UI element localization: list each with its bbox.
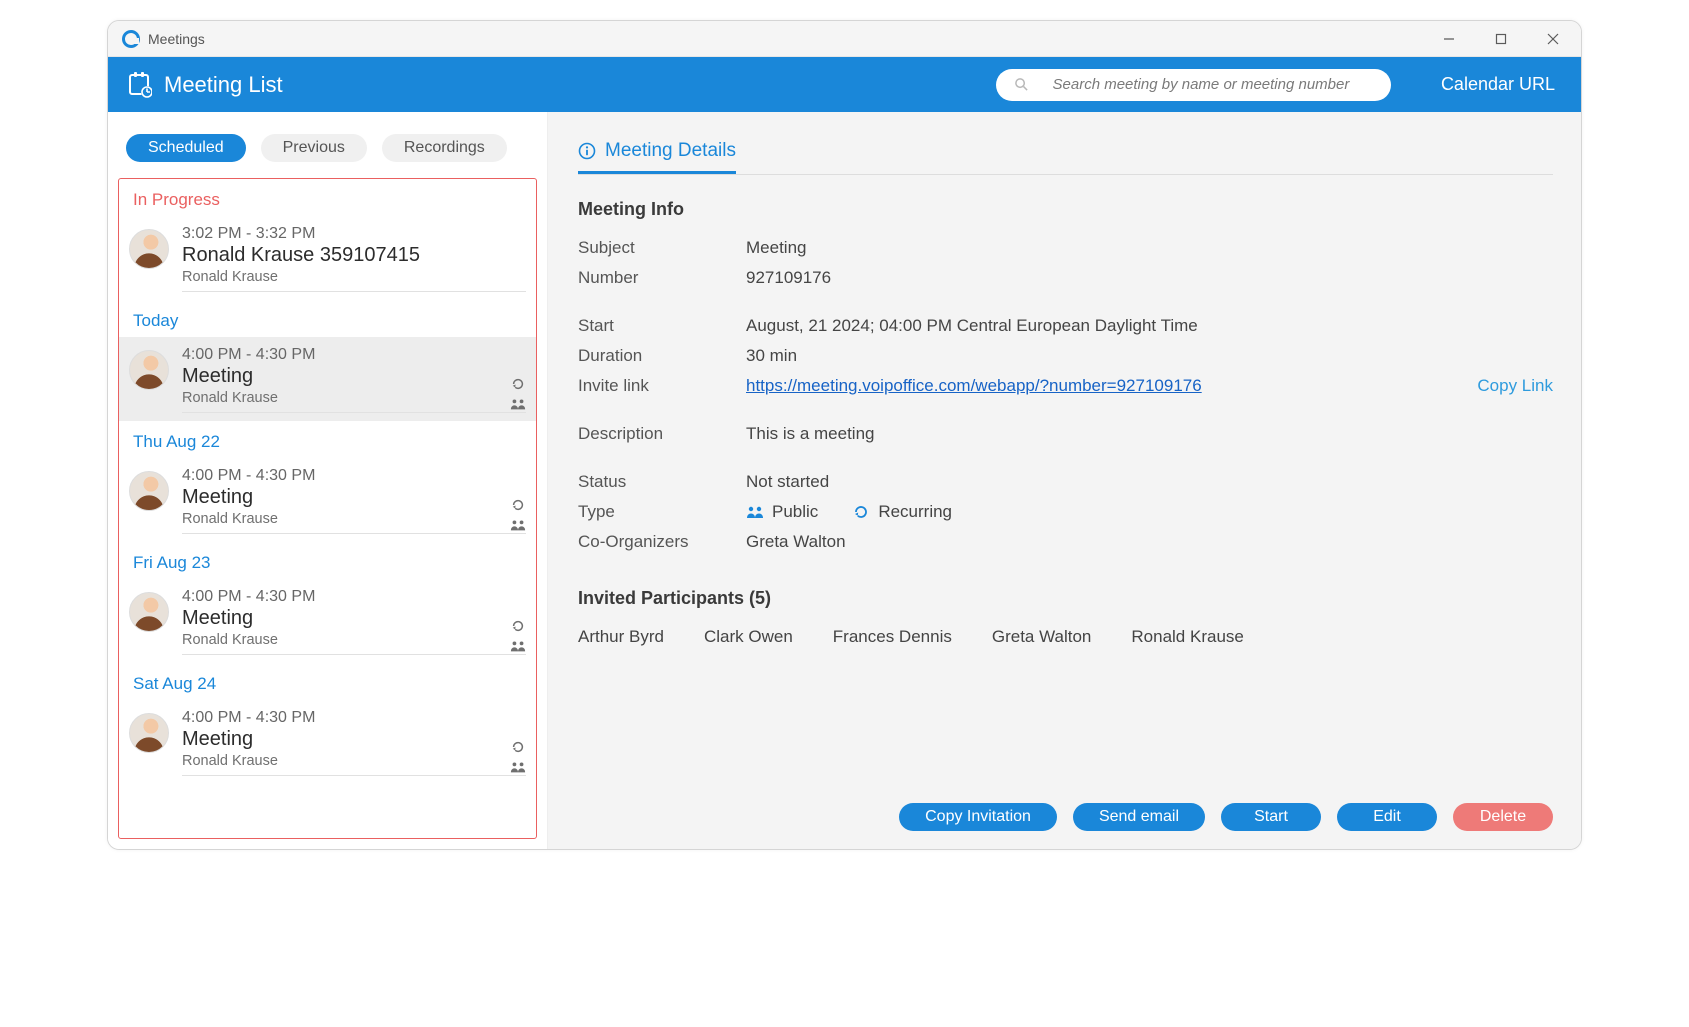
recurring-icon — [510, 377, 526, 391]
meeting-title: Meeting — [182, 607, 526, 630]
recurring-icon — [510, 619, 526, 633]
section-header: Today — [119, 300, 536, 337]
meeting-time: 4:00 PM - 4:30 PM — [182, 709, 526, 727]
group-icon — [510, 639, 526, 653]
tab-previous[interactable]: Previous — [261, 134, 367, 162]
value-start: August, 21 2024; 04:00 PM Central Europe… — [746, 316, 1469, 336]
calendar-url-link[interactable]: Calendar URL — [1441, 74, 1555, 95]
meeting-list-icon — [128, 72, 152, 98]
value-duration: 30 min — [746, 346, 1469, 366]
avatar — [129, 471, 169, 511]
label-start: Start — [578, 316, 738, 336]
value-number: 927109176 — [746, 268, 1469, 288]
label-number: Number — [578, 268, 738, 288]
meeting-title: Meeting — [182, 486, 526, 509]
avatar — [129, 229, 169, 269]
header: Meeting List Calendar URL — [108, 57, 1581, 112]
titlebar: Meetings — [108, 21, 1581, 57]
close-button[interactable] — [1527, 21, 1579, 57]
window-title: Meetings — [148, 31, 205, 47]
participant: Clark Owen — [704, 627, 793, 647]
avatar — [129, 592, 169, 632]
participants-heading: Invited Participants (5) — [578, 588, 1553, 609]
meeting-title: Meeting — [182, 365, 526, 388]
meeting-organizer: Ronald Krause — [182, 632, 526, 648]
label-duration: Duration — [578, 346, 738, 366]
public-icon — [746, 504, 764, 520]
participant: Frances Dennis — [833, 627, 952, 647]
section-header: Thu Aug 22 — [119, 421, 536, 458]
meeting-organizer: Ronald Krause — [182, 511, 526, 527]
avatar — [129, 713, 169, 753]
action-buttons: Copy Invitation Send email Start Edit De… — [578, 787, 1553, 831]
label-co-organizers: Co-Organizers — [578, 532, 738, 552]
edit-button[interactable]: Edit — [1337, 803, 1437, 831]
tab-scheduled[interactable]: Scheduled — [126, 134, 246, 162]
recurring-icon — [510, 740, 526, 754]
page-title: Meeting List — [164, 72, 283, 98]
label-type: Type — [578, 502, 738, 522]
section-header: Fri Aug 23 — [119, 542, 536, 579]
app-logo-icon — [122, 30, 140, 48]
copy-link-button[interactable]: Copy Link — [1477, 376, 1553, 396]
label-invite-link: Invite link — [578, 376, 738, 396]
start-button[interactable]: Start — [1221, 803, 1321, 831]
meeting-item[interactable]: 3:02 PM - 3:32 PMRonald Krause 359107415… — [119, 216, 536, 300]
meeting-item[interactable]: 4:00 PM - 4:30 PMMeeting Ronald Krause — [119, 337, 536, 421]
search-icon — [1014, 77, 1029, 92]
meeting-organizer: Ronald Krause — [182, 753, 526, 769]
meeting-info-heading: Meeting Info — [578, 199, 1553, 220]
meeting-time: 4:00 PM - 4:30 PM — [182, 346, 526, 364]
label-description: Description — [578, 424, 738, 444]
sidebar: Scheduled Previous Recordings In Progres… — [108, 112, 548, 849]
info-icon — [578, 142, 596, 160]
meeting-item[interactable]: 4:00 PM - 4:30 PMMeeting Ronald Krause — [119, 579, 536, 663]
tab-recordings[interactable]: Recordings — [382, 134, 507, 162]
group-icon — [510, 518, 526, 532]
participant: Ronald Krause — [1131, 627, 1243, 647]
value-co-organizers: Greta Walton — [746, 532, 1469, 552]
avatar — [129, 350, 169, 390]
participant: Greta Walton — [992, 627, 1092, 647]
meeting-title: Ronald Krause 359107415 — [182, 244, 526, 267]
send-email-button[interactable]: Send email — [1073, 803, 1205, 831]
meeting-organizer: Ronald Krause — [182, 269, 526, 285]
recurring-icon — [852, 504, 870, 520]
maximize-button[interactable] — [1475, 21, 1527, 57]
meeting-item[interactable]: 4:00 PM - 4:30 PMMeeting Ronald Krause — [119, 700, 536, 784]
label-status: Status — [578, 472, 738, 492]
meeting-organizer: Ronald Krause — [182, 390, 526, 406]
meeting-item[interactable]: 4:00 PM - 4:30 PMMeeting Ronald Krause — [119, 458, 536, 542]
meeting-list: In Progress3:02 PM - 3:32 PMRonald Kraus… — [118, 178, 537, 839]
participant: Arthur Byrd — [578, 627, 664, 647]
search-box[interactable] — [996, 69, 1391, 101]
value-subject: Meeting — [746, 238, 1469, 258]
invite-link[interactable]: https://meeting.voipoffice.com/webapp/?n… — [746, 376, 1202, 395]
participants-list: Arthur Byrd Clark Owen Frances Dennis Greta… — [578, 627, 1553, 647]
meeting-info-grid: Subject Meeting Number 927109176 Start A… — [578, 238, 1553, 552]
label-subject: Subject — [578, 238, 738, 258]
meeting-time: 3:02 PM - 3:32 PM — [182, 225, 526, 243]
group-icon — [510, 760, 526, 774]
value-description: This is a meeting — [746, 424, 1469, 444]
section-header: In Progress — [119, 179, 536, 216]
value-status: Not started — [746, 472, 1469, 492]
details-panel: Meeting Details Meeting Info Subject Mee… — [548, 112, 1581, 849]
meeting-time: 4:00 PM - 4:30 PM — [182, 467, 526, 485]
meeting-time: 4:00 PM - 4:30 PM — [182, 588, 526, 606]
value-type: Public Recurring — [746, 502, 1469, 522]
delete-button[interactable]: Delete — [1453, 803, 1553, 831]
search-input[interactable] — [1029, 76, 1373, 93]
minimize-button[interactable] — [1423, 21, 1475, 57]
meeting-title: Meeting — [182, 728, 526, 751]
tab-meeting-details[interactable]: Meeting Details — [578, 140, 736, 174]
app-window: Meetings Meetin — [107, 20, 1582, 850]
recurring-icon — [510, 498, 526, 512]
group-icon — [510, 397, 526, 411]
section-header: Sat Aug 24 — [119, 663, 536, 700]
copy-invitation-button[interactable]: Copy Invitation — [899, 803, 1057, 831]
